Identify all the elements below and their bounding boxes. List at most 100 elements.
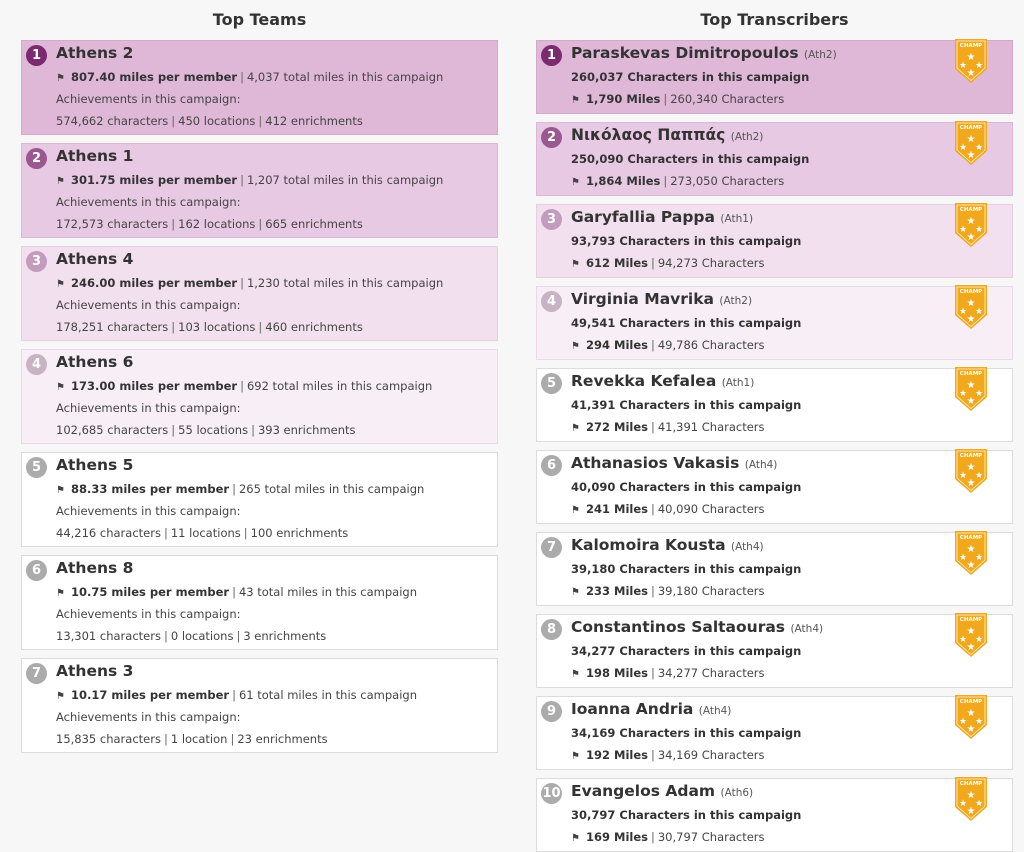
svg-text:★: ★: [967, 396, 976, 407]
miles-value: 192 Miles: [586, 748, 648, 762]
team-tag: (Ath2): [804, 49, 837, 61]
transcriber-name[interactable]: Paraskevas Dimitropoulos: [571, 44, 799, 62]
campaign-characters-text: 34,277 Characters in this campaign: [571, 644, 802, 658]
team-name[interactable]: Athens 6: [56, 353, 133, 371]
champ-badge-icon: CHAMP★★ ★★: [955, 531, 987, 575]
flag-icon: ⚑: [571, 177, 580, 188]
transcriber-name[interactable]: Ioanna Andria: [571, 700, 693, 718]
rank-badge: 4: [541, 291, 562, 312]
miles-line: ⚑ 294 Miles | 49,786 Characters: [571, 338, 765, 352]
flag-icon: ⚑: [571, 833, 580, 844]
flag-icon: ⚑: [571, 669, 580, 680]
transcriber-name[interactable]: Revekka Kefalea: [571, 372, 716, 390]
team-name[interactable]: Athens 3: [56, 662, 133, 680]
flag-icon: ⚑: [571, 259, 580, 270]
separator: |: [650, 584, 655, 598]
transcriber-name-line: Νικόλαος Παππάς (Ath2): [571, 126, 763, 144]
team-tag: (Ath4): [698, 705, 732, 717]
champ-badge-icon: CHAMP★★ ★★: [955, 285, 987, 329]
enrichments-count: 412 enrichments: [265, 114, 363, 128]
top-teams-heading: Top Teams: [212, 10, 307, 29]
characters-count: 178,251 characters: [56, 320, 169, 334]
team-name[interactable]: Athens 2: [56, 44, 133, 62]
team-name[interactable]: Athens 5: [56, 456, 133, 474]
campaign-characters-text: 40,090 Characters in this campaign: [571, 480, 802, 494]
separator: |: [650, 420, 655, 434]
champ-badge-label: CHAMP: [960, 453, 982, 459]
svg-text:★: ★: [967, 232, 976, 243]
team-card: 6 Athens 8 ⚑ 10.75 miles per member | 43 tota…: [21, 555, 498, 650]
achievements-label: Achievements in this campaign:: [56, 401, 241, 415]
campaign-characters: 39,180 Characters in this campaign: [571, 562, 801, 576]
miles-per-member: 301.75 miles per member: [71, 173, 238, 187]
transcriber-name[interactable]: Νικόλαος Παππάς: [571, 126, 725, 144]
transcriber-name[interactable]: Constantinos Saltaouras: [571, 618, 785, 636]
team-tag: (Ath4): [730, 541, 764, 553]
enrichments-count: 23 enrichments: [237, 732, 328, 746]
separator: |: [650, 748, 655, 762]
achievements-label: Achievements in this campaign:: [56, 504, 241, 518]
rank-badge: 1: [26, 45, 47, 66]
locations-count: 1 location: [170, 732, 228, 746]
miles-value: 198 Miles: [586, 666, 648, 680]
team-tag: (Ath1): [721, 377, 755, 389]
rank-badge: 6: [26, 560, 47, 581]
separator: |: [163, 732, 168, 746]
separator: |: [663, 92, 668, 106]
separator: |: [650, 666, 655, 680]
svg-text:★: ★: [975, 635, 983, 645]
separator: |: [232, 585, 236, 599]
champ-badge-icon: CHAMP★★ ★★: [955, 367, 987, 411]
transcriber-name[interactable]: Virginia Mavrika: [571, 290, 714, 308]
campaign-characters-text: 250,090 Characters in this campaign: [571, 152, 810, 166]
transcriber-name[interactable]: Athanasios Vakasis: [571, 454, 739, 472]
team-name[interactable]: Athens 1: [56, 147, 133, 165]
svg-text:★: ★: [975, 553, 983, 563]
champ-badge-icon: CHAMP★★ ★★: [955, 39, 987, 83]
flag-icon: ⚑: [56, 588, 65, 599]
miles-per-member: 807.40 miles per member: [71, 70, 238, 84]
transcriber-name[interactable]: Garyfallia Pappa: [571, 208, 715, 226]
top-transcribers-column: Top Transcribers 1 Paraskevas Dimitropoul…: [536, 0, 1013, 852]
transcriber-card: 8 Constantinos Saltaouras (Ath4) 34,277 Ch…: [536, 613, 1013, 688]
enrichments-count: 665 enrichments: [265, 217, 363, 231]
separator: |: [258, 320, 263, 334]
campaign-characters: 41,391 Characters in this campaign: [571, 398, 801, 412]
team-name[interactable]: Athens 4: [56, 250, 133, 268]
transcriber-name[interactable]: Evangelos Adam: [571, 782, 715, 800]
transcriber-name-line: Ioanna Andria (Ath4): [571, 700, 731, 718]
team-name[interactable]: Athens 8: [56, 559, 133, 577]
transcriber-name[interactable]: Kalomoira Kousta: [571, 536, 726, 554]
achievements-line: 178,251 characters | 103 locations | 460 enr…: [56, 320, 363, 334]
achievements-line: 15,835 characters | 1 location | 23 enrichme…: [56, 732, 328, 746]
locations-count: 103 locations: [178, 320, 256, 334]
separator: |: [163, 526, 168, 540]
transcriber-name-line: Paraskevas Dimitropoulos (Ath2): [571, 44, 837, 62]
separator: |: [650, 256, 655, 270]
miles-value: 169 Miles: [586, 830, 648, 844]
total-characters: 41,391 Characters: [657, 420, 765, 434]
characters-count: 574,662 characters: [56, 114, 169, 128]
champ-badge-label: CHAMP: [960, 43, 982, 49]
team-tag: (Ath6): [720, 787, 754, 799]
flag-icon: ⚑: [56, 279, 65, 290]
rank-badge: 6: [541, 455, 562, 476]
separator: |: [650, 502, 655, 516]
transcribers-list: 1 Paraskevas Dimitropoulos (Ath2) 260,037 …: [536, 39, 1013, 852]
achievements-label: Achievements in this campaign:: [56, 195, 241, 209]
svg-text:★: ★: [975, 717, 983, 727]
miles-per-member: 173.00 miles per member: [71, 379, 238, 393]
total-characters: 34,277 Characters: [657, 666, 765, 680]
team-tag: (Ath2): [730, 131, 764, 143]
enrichments-count: 460 enrichments: [265, 320, 363, 334]
transcriber-name-line: Virginia Mavrika (Ath2): [571, 290, 752, 308]
transcriber-card: 6 Athanasios Vakasis (Ath4) 40,090 Charact…: [536, 449, 1013, 524]
total-characters: 34,169 Characters: [657, 748, 765, 762]
separator: |: [243, 526, 248, 540]
total-characters: 260,340 Characters: [670, 92, 785, 106]
miles-line: ⚑ 241 Miles | 40,090 Characters: [571, 502, 765, 516]
miles-value: 294 Miles: [586, 338, 648, 352]
transcriber-card: 7 Kalomoira Kousta (Ath4) 39,180 Character…: [536, 531, 1013, 606]
miles-line: ⚑ 1,864 Miles | 273,050 Characters: [571, 174, 784, 188]
flag-icon: ⚑: [56, 382, 65, 393]
